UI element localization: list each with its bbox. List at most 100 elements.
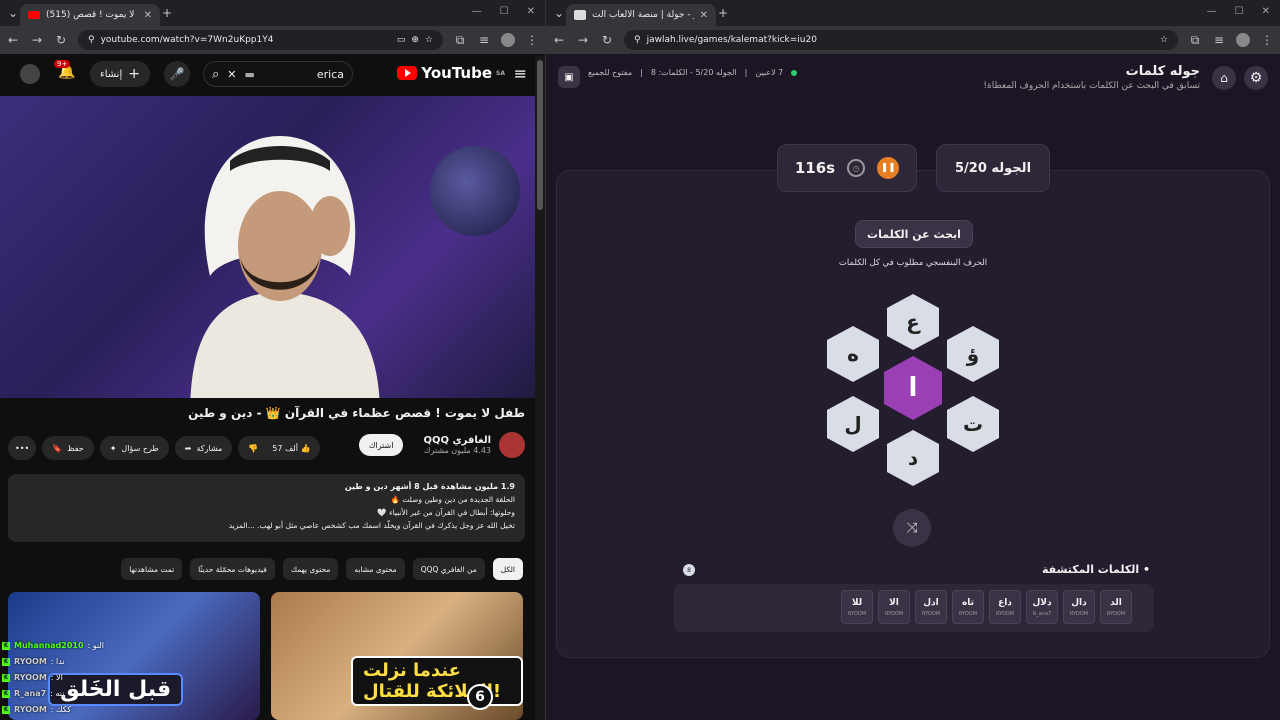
chip-for-you[interactable]: محتوى يهمك [282, 558, 339, 580]
profile-avatar[interactable] [1236, 33, 1250, 47]
home-icon[interactable]: ⌂ [1212, 66, 1236, 90]
ask-button[interactable]: ✦ طرح سؤال [99, 436, 169, 460]
settings-gear-icon[interactable]: ⚙ [1244, 66, 1268, 90]
found-word-author: R_ana7 [1032, 610, 1052, 617]
site-info-icon[interactable]: ⚲ [88, 35, 95, 45]
find-words-button[interactable]: ابحث عن الكلمات [855, 220, 973, 248]
search-input[interactable]: erica [263, 68, 344, 81]
chat-username[interactable]: RYOOM [14, 654, 47, 670]
like-button[interactable]: 57 ألف 👍 [272, 444, 310, 453]
chip-all[interactable]: الكل [492, 558, 523, 580]
video-actions: ••• 🔖 حفظ ✦ طرح سؤال ➦ مشاركة 👎 57 ألف 👍 [8, 436, 321, 460]
desc-line3: تخيل الله عز وجل يذكرك في القرآن ويخلّد … [228, 521, 515, 530]
found-word-card: دلال R_ana7 [1026, 590, 1058, 624]
bookmark-star-icon[interactable]: ☆ [425, 35, 433, 45]
url-field[interactable]: ⚲ jawlah.live/games/kalemat?kick=iu20 ☆ [624, 30, 1178, 50]
more-actions-button[interactable]: ••• [8, 436, 37, 460]
video-thumbnail[interactable]: عندما نزلت الملائكة للقتال! 6 [271, 592, 523, 720]
zoom-icon[interactable]: ⊕ [411, 35, 419, 45]
scrollbar-thumb[interactable] [537, 60, 543, 210]
kick-badge-icon: K [2, 690, 10, 698]
video-player[interactable] [0, 96, 535, 398]
profile-avatar[interactable] [501, 33, 515, 47]
url-field[interactable]: ⚲ youtube.com/watch?v=7Wn2uKpp1Y4 ▭ ⊕ ☆ [78, 30, 443, 50]
found-word: دال [1071, 597, 1087, 608]
reload-icon[interactable]: ↻ [54, 33, 68, 47]
maximize-icon[interactable]: ☐ [500, 6, 509, 17]
kebab-menu-icon[interactable]: ⋮ [1260, 33, 1274, 47]
tab-search-icon[interactable]: ⌄ [552, 6, 566, 20]
chat-username[interactable]: Muhannad2010 [14, 638, 84, 654]
chip-channel[interactable]: من الغافري QQQ [412, 558, 485, 580]
maximize-icon[interactable]: ☐ [1235, 6, 1244, 17]
extensions-icon[interactable]: ⧉ [1188, 33, 1202, 48]
like-count: 57 ألف [272, 443, 298, 453]
hamburger-menu-icon[interactable]: ≡ [514, 64, 527, 83]
tab-jawlah[interactable]: جولة | منصة الألعاب الت - Jawlah ✕ [566, 4, 716, 26]
more-label: ••• [15, 443, 30, 453]
reload-icon[interactable]: ↻ [600, 33, 614, 47]
channel-name[interactable]: الغافري QQQ [423, 435, 491, 446]
clock-icon: ◷ [847, 159, 866, 177]
channel-avatar[interactable] [499, 432, 525, 458]
site-info-icon[interactable]: ⚲ [634, 35, 641, 45]
kick-badge-icon: K [2, 642, 10, 650]
bookmark-star-icon[interactable]: ☆ [1160, 35, 1168, 45]
chat-username[interactable]: R_ana7 [14, 686, 46, 702]
tab-title: (515) طفل لا يموت ! قصص [46, 10, 138, 20]
chip-recent[interactable]: فيديوهات محمّلة حديثًا [190, 558, 275, 580]
new-tab-button[interactable]: + [160, 6, 174, 20]
found-word-card: للا RYOOM [841, 590, 873, 624]
close-window-icon[interactable]: ✕ [1262, 6, 1270, 17]
found-word-card: تاه RYOOM [952, 590, 984, 624]
menu-list-icon[interactable]: ≡ [1212, 33, 1226, 47]
forward-icon[interactable]: → [576, 33, 590, 47]
game-title: جوله كلمات [1125, 64, 1200, 79]
close-tab-icon[interactable]: ✕ [700, 10, 708, 21]
chat-username[interactable]: RYOOM [14, 670, 47, 686]
create-button[interactable]: إنشاء + [90, 61, 150, 87]
found-word-author: RYOOM [884, 610, 904, 617]
voice-search-icon[interactable]: 🎤 [164, 61, 190, 87]
notifications-bell-icon[interactable]: 🔔 9+ [54, 60, 75, 80]
chat-message: K Muhannad2010: النو [2, 638, 202, 654]
minimize-icon[interactable]: — [472, 6, 482, 17]
tab-search-icon[interactable]: ⌄ [6, 6, 20, 20]
found-word: الد [1110, 597, 1122, 608]
search-icon[interactable]: ⌕ [212, 67, 219, 82]
app-logo-icon[interactable]: ▣ [558, 66, 580, 88]
yt-account-avatar[interactable] [20, 64, 40, 84]
menu-list-icon[interactable]: ≡ [477, 33, 491, 47]
extensions-icon[interactable]: ⧉ [453, 33, 467, 48]
subscribe-button[interactable]: اشتراك [358, 434, 404, 456]
share-button[interactable]: ➦ مشاركة [174, 436, 233, 460]
search-box[interactable]: ⌕ ✕ ▬ erica [203, 61, 353, 87]
chip-similar[interactable]: محتوى مشابه [346, 558, 405, 580]
close-window-icon[interactable]: ✕ [527, 6, 535, 17]
close-tab-icon[interactable]: ✕ [144, 10, 152, 21]
region-label: SA [496, 69, 505, 77]
youtube-logo[interactable]: YouTube SA [397, 64, 505, 82]
chip-watched[interactable]: تمت مشاهدتها [121, 558, 183, 580]
forward-icon[interactable]: → [30, 33, 44, 47]
chat-text: : الا [50, 673, 63, 682]
dislike-icon[interactable]: 👎 [248, 444, 258, 453]
bookmark-icon: 🔖 [52, 443, 63, 453]
chat-username[interactable]: RYOOM [14, 702, 47, 718]
clear-search-icon[interactable]: ✕ [227, 68, 236, 81]
page-scrollbar[interactable] [535, 56, 545, 720]
pause-button[interactable]: ❚❚ [877, 157, 900, 179]
keyboard-icon[interactable]: ▬ [245, 68, 255, 81]
back-icon[interactable]: ← [552, 33, 566, 47]
new-tab-button[interactable]: + [716, 6, 730, 20]
video-description[interactable]: 1.9 مليون مشاهدة قبل 8 أشهر دين و طين ال… [8, 474, 525, 542]
kebab-menu-icon[interactable]: ⋮ [525, 33, 539, 47]
minimize-icon[interactable]: — [1207, 6, 1217, 17]
shuffle-icon[interactable]: ⤨ [893, 509, 931, 547]
channel-row: الغافري QQQ 4.43 مليون مشترك اشتراك [358, 432, 525, 458]
tab-youtube[interactable]: (515) طفل لا يموت ! قصص ✕ [20, 4, 160, 26]
save-button[interactable]: 🔖 حفظ [42, 436, 94, 460]
back-icon[interactable]: ← [6, 33, 20, 47]
cast-icon[interactable]: ▭ [397, 35, 406, 45]
video-globe-decor [430, 146, 520, 236]
